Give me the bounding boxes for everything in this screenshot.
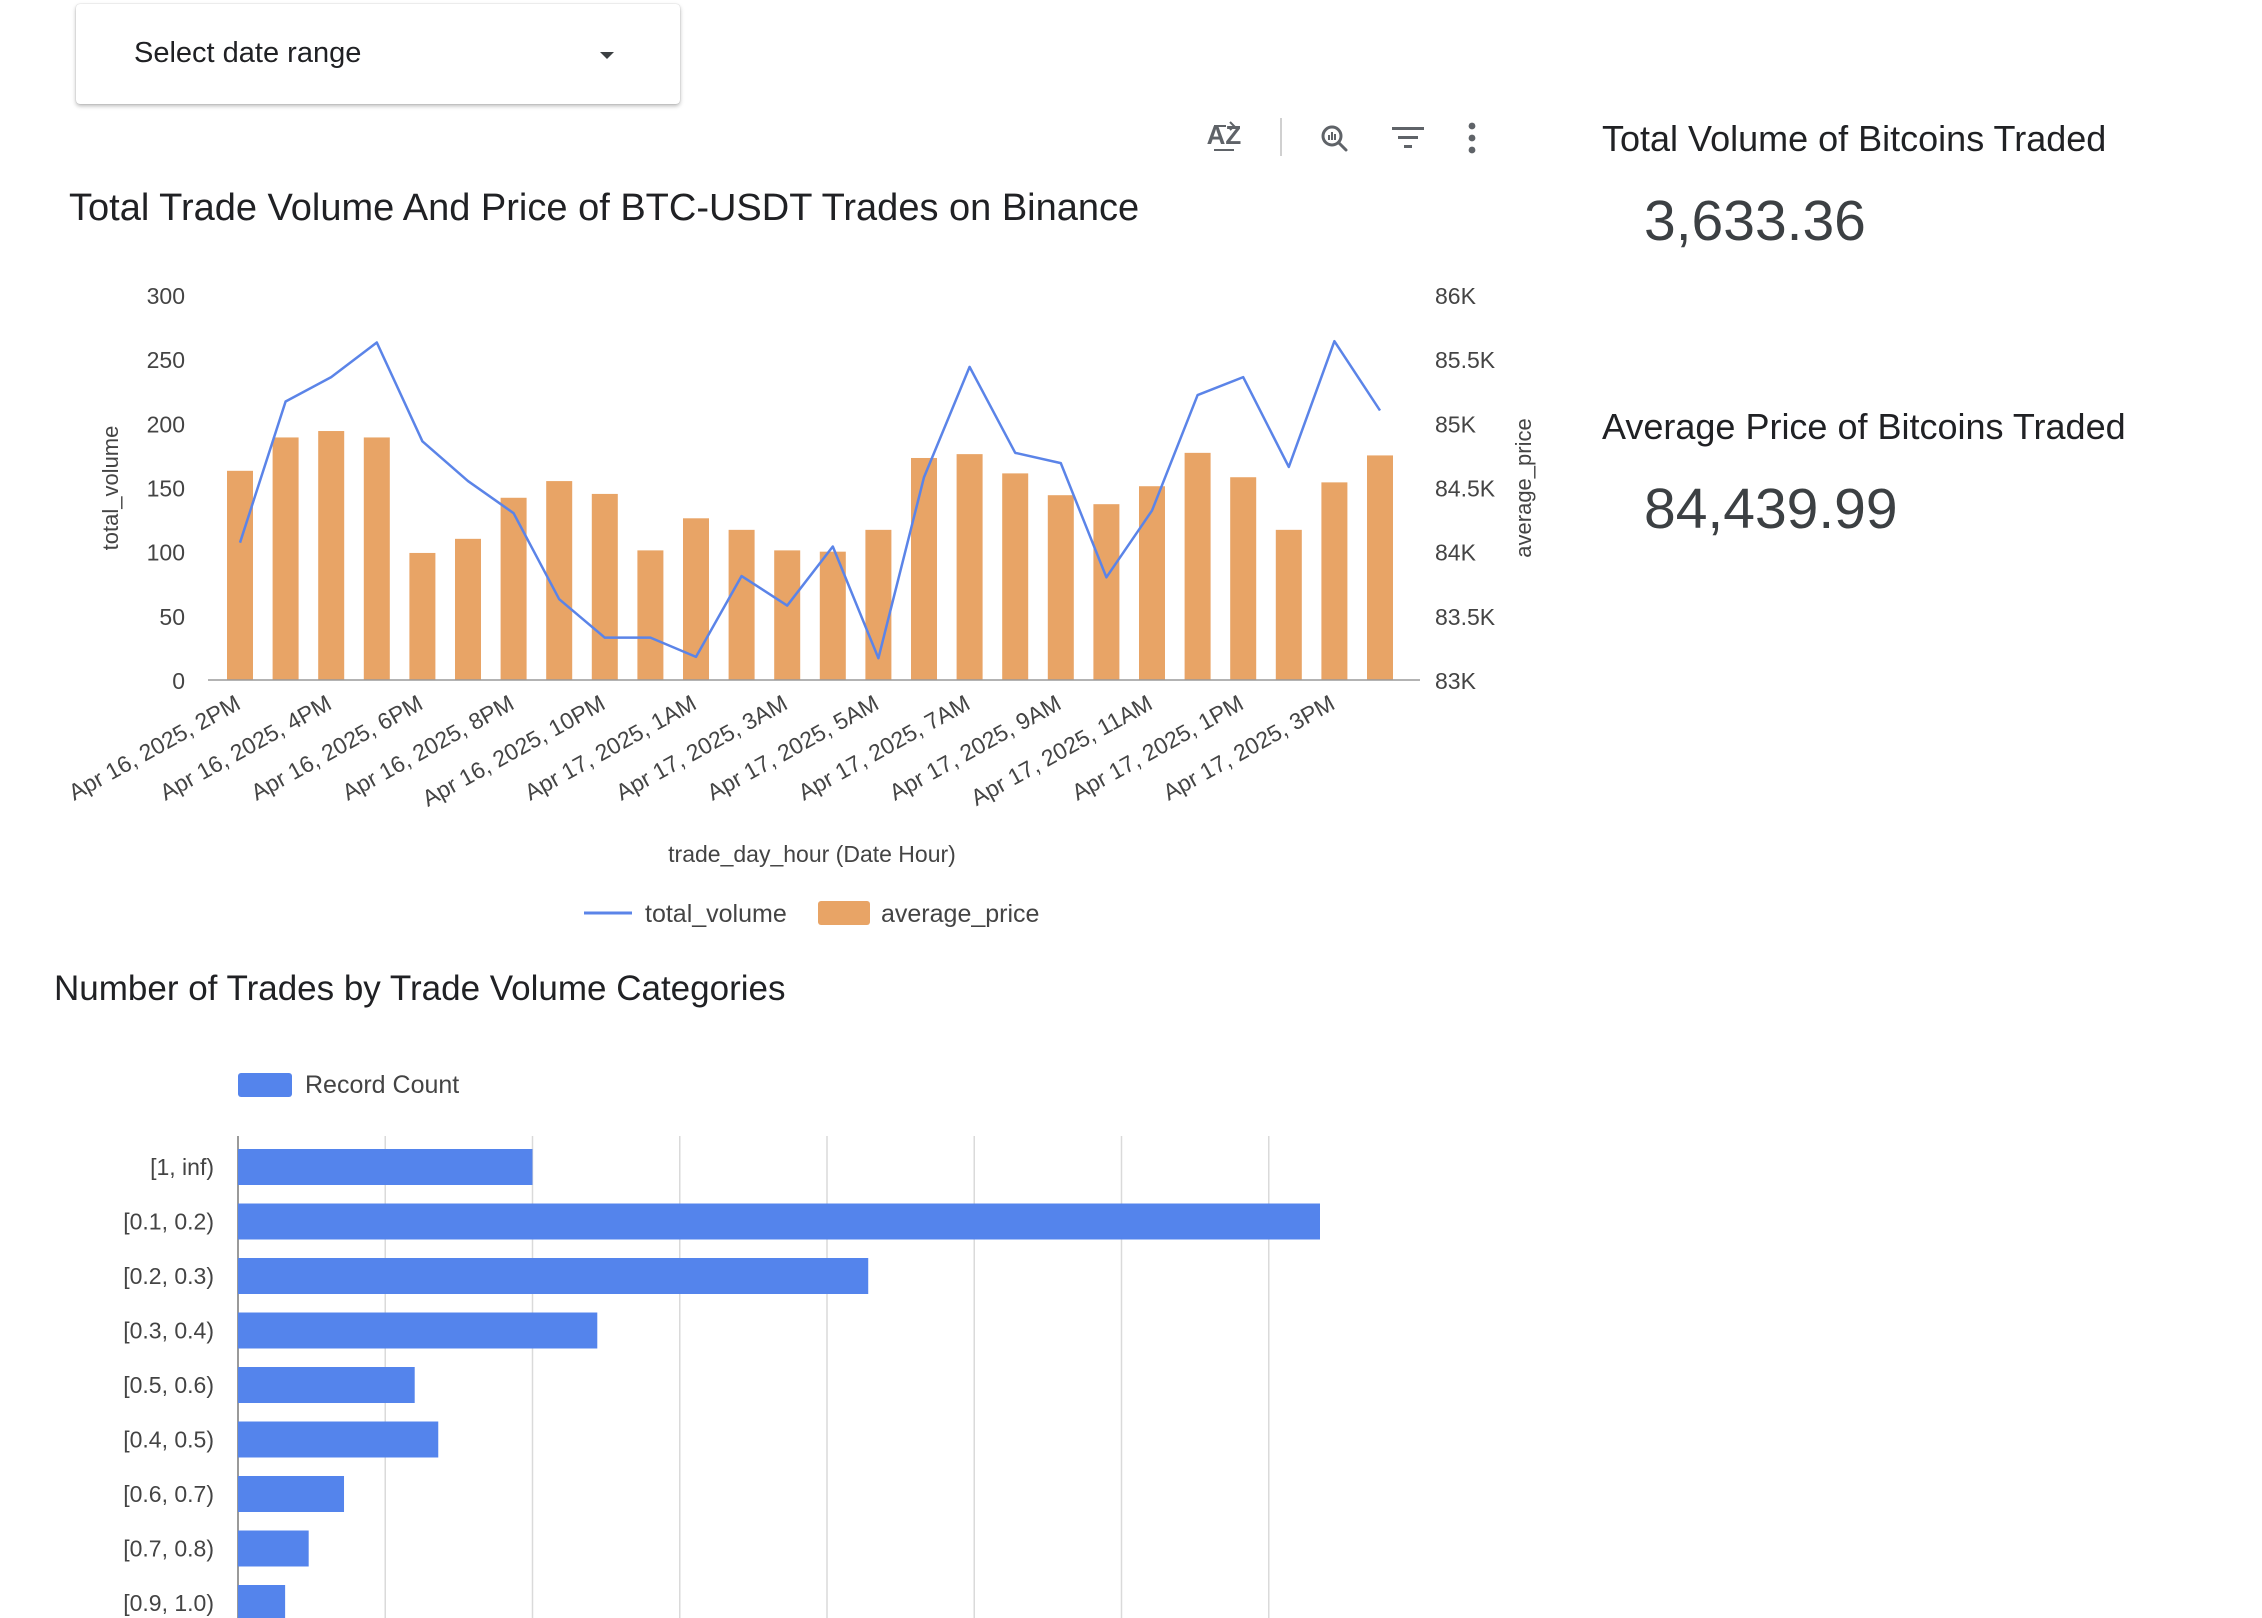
- explore-chart-icon[interactable]: [1310, 114, 1358, 162]
- record-count-bar: [238, 1476, 345, 1512]
- y-axis-tick-label: 100: [147, 540, 185, 566]
- legend-total-volume-label: total_volume: [645, 900, 787, 928]
- average-price-bar: [1093, 504, 1120, 680]
- sort-az-icon[interactable]: AZ: [1200, 114, 1248, 162]
- average-price-bar: [1139, 486, 1165, 680]
- average-price-bar: [318, 431, 345, 680]
- y2-axis-tick-label: 84K: [1435, 540, 1477, 566]
- average-price-bar: [455, 538, 481, 680]
- category-chart-title: Number of Trades by Trade Volume Categor…: [54, 969, 785, 1008]
- total-volume-scorecard-value: 3,633.36: [1644, 189, 1866, 253]
- x-axis-label: trade_day_hour (Date Hour): [668, 841, 956, 867]
- total-volume-scorecard-title: Total Volume of Bitcoins Traded: [1602, 118, 2107, 159]
- more-vert-icon[interactable]: [1448, 114, 1496, 162]
- average-price-scorecard-title: Average Price of Bitcoins Traded: [1602, 406, 2126, 447]
- average-price-bar: [1321, 482, 1348, 680]
- legend-record-count-label: Record Count: [305, 1071, 459, 1099]
- y2-axis-tick-label: 84.5K: [1435, 476, 1496, 502]
- category-label: [0.5, 0.6): [123, 1372, 214, 1398]
- legend-average-price-swatch: [818, 901, 870, 925]
- category-label: [1, inf): [150, 1154, 214, 1180]
- record-count-bar: [238, 1530, 309, 1567]
- x-axis-tick-label: Apr 17, 2025, 3PM: [1158, 690, 1338, 806]
- y-axis-tick-label: 150: [147, 476, 185, 502]
- record-count-bar: [238, 1312, 598, 1349]
- average-price-bar: [591, 493, 618, 680]
- average-price-bar: [1047, 495, 1074, 680]
- dropdown-arrow-icon: [600, 52, 614, 59]
- record-count-bar: [238, 1258, 869, 1294]
- average-price-bar: [227, 470, 253, 680]
- average-price-bar: [1184, 452, 1211, 680]
- y-axis-tick-label: 50: [159, 604, 185, 630]
- y-axis-tick-label: 200: [147, 411, 185, 437]
- main-chart-title: Total Trade Volume And Price of BTC-USDT…: [69, 187, 1139, 229]
- y-axis-tick-label: 300: [147, 283, 185, 309]
- average-price-bar: [728, 529, 755, 680]
- category-label: [0.6, 0.7): [123, 1481, 214, 1507]
- y2-axis-tick-label: 85K: [1435, 411, 1477, 437]
- category-label: [0.9, 1.0): [123, 1590, 214, 1616]
- y-axis-tick-label: 0: [172, 668, 185, 694]
- record-count-bar: [238, 1421, 439, 1458]
- category-label: [0.4, 0.5): [123, 1427, 214, 1453]
- filter-icon[interactable]: [1384, 114, 1432, 162]
- y2-axis-tick-label: 86K: [1435, 283, 1477, 309]
- record-count-bar: [238, 1203, 1320, 1240]
- y2-axis-tick-label: 83.5K: [1435, 604, 1496, 630]
- y-axis-label: total_volume: [98, 426, 123, 551]
- y2-axis-label: average_price: [1511, 418, 1536, 557]
- category-label: [0.2, 0.3): [123, 1263, 214, 1289]
- category-label: [0.1, 0.2): [123, 1209, 214, 1235]
- volume-price-combo-chart: Total Trade Volume And Price of BTC-USDT…: [64, 187, 1536, 928]
- average-price-bar: [1002, 473, 1029, 680]
- average-price-bar: [272, 437, 299, 680]
- average-price-scorecard-value: 84,439.99: [1644, 477, 1898, 541]
- toolbar-divider: [1280, 118, 1282, 156]
- y2-axis-tick-label: 85.5K: [1435, 347, 1496, 373]
- average-price-bar: [637, 550, 664, 680]
- record-count-bar: [238, 1367, 415, 1403]
- legend-record-count-swatch: [238, 1073, 292, 1097]
- record-count-bar: [238, 1585, 286, 1618]
- record-count-bar: [238, 1149, 533, 1185]
- date-range-control[interactable]: Select date range: [76, 4, 680, 104]
- y-axis-tick-label: 250: [147, 347, 185, 373]
- average-price-bar: [1367, 455, 1393, 680]
- average-price-bar: [363, 437, 390, 680]
- average-price-bar: [911, 457, 937, 680]
- y2-axis-tick-label: 83K: [1435, 668, 1477, 694]
- average-price-bar: [500, 497, 527, 680]
- average-price-bar: [774, 550, 801, 680]
- date-range-label: Select date range: [134, 37, 362, 69]
- average-price-bar: [1275, 529, 1302, 680]
- legend-average-price-label: average_price: [881, 900, 1039, 928]
- average-price-bar: [956, 454, 983, 680]
- category-label: [0.7, 0.8): [123, 1536, 214, 1562]
- svg-text:AZ: AZ: [1207, 120, 1242, 150]
- average-price-bar: [409, 552, 436, 680]
- trade-volume-categories-chart: Number of Trades by Trade Volume Categor…: [54, 969, 1320, 1618]
- category-label: [0.3, 0.4): [123, 1318, 214, 1344]
- average-price-bar: [1230, 477, 1257, 680]
